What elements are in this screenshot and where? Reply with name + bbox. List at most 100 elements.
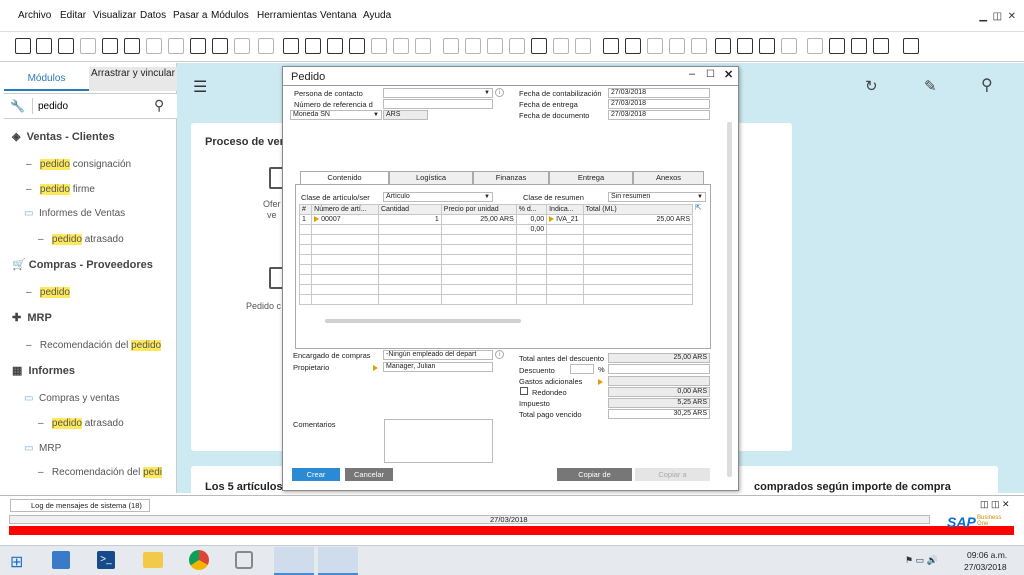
email-icon[interactable] [58, 38, 74, 54]
sidebar-item-pedido-consignacion[interactable]: – pedido consignación [26, 159, 131, 170]
first-record-icon[interactable] [283, 38, 299, 54]
col-tax-code[interactable]: Indica... [546, 204, 584, 215]
sidebar-group-purchasing[interactable]: 🛒 Compras - Proveedores [12, 258, 153, 271]
transfer-icon[interactable] [851, 38, 867, 54]
window-controls[interactable]: ▁ ◫ ✕ [979, 11, 1016, 22]
currency-dropdown[interactable]: Moneda SN ▼ [290, 110, 382, 120]
sidebar-item-pedido[interactable]: – pedido [26, 287, 70, 298]
move-icon[interactable] [190, 38, 206, 54]
table-row[interactable]: 0,00 [298, 224, 694, 235]
col-discount[interactable]: % d... [515, 204, 548, 215]
cell-discount[interactable]: 0,00 [515, 214, 548, 225]
sidebar-item-recomendacion-pedido-2[interactable]: – Recomendación del pedi [38, 467, 162, 478]
refresh-icon[interactable]: ↻ [865, 77, 878, 95]
sidebar-folder-informes-ventas[interactable]: ▭ Informes de Ventas [24, 208, 125, 219]
base-document-icon[interactable] [443, 38, 459, 54]
tab-logistica[interactable]: Logística [389, 171, 473, 184]
copy-from-button[interactable]: Copiar de [557, 468, 632, 481]
search-input[interactable] [38, 98, 148, 114]
col-item-number[interactable]: Número de artí... [311, 204, 379, 215]
tab-entrega[interactable]: Entrega [549, 171, 633, 184]
user-icon[interactable] [781, 38, 797, 54]
menu-modulos[interactable]: Módulos [211, 10, 249, 21]
close-icon[interactable]: ✕ [724, 68, 733, 81]
calculator-icon[interactable] [759, 38, 775, 54]
sidebar-folder-compras-ventas[interactable]: ▭ Compras y ventas [24, 393, 120, 404]
summary-class-dropdown[interactable]: Sin resumen ▼ [608, 192, 706, 202]
clock-date[interactable]: 27/03/2018 [964, 562, 1007, 572]
table-row[interactable]: 1 00007 1 25,00 ARS 0,00 IVA_21 25,00 AR… [298, 214, 694, 225]
fax-icon[interactable] [102, 38, 118, 54]
last-record-icon[interactable] [349, 38, 365, 54]
form-settings-icon[interactable] [15, 38, 31, 54]
owner-input[interactable]: Manager, Julian [383, 362, 493, 372]
ref-number-input[interactable] [383, 99, 493, 109]
rounding-checkbox[interactable] [520, 387, 528, 395]
tab-modules[interactable]: Módulos [4, 67, 89, 91]
hamburger-icon[interactable]: ☰ [193, 77, 207, 97]
discount-percent-input[interactable] [570, 364, 594, 374]
sort-icon[interactable] [415, 38, 431, 54]
info-icon[interactable]: i [495, 350, 504, 359]
sidebar-group-sales[interactable]: ◈ Ventas - Clientes [12, 130, 115, 143]
sidebar-item-pedido-atrasado[interactable]: – pedido atrasado [38, 234, 124, 245]
document-date-input[interactable]: 27/03/2018 [608, 110, 710, 120]
menu-ventana[interactable]: Ventana [320, 10, 357, 21]
powershell-icon[interactable]: >_ [97, 551, 115, 569]
table-row[interactable] [298, 234, 694, 245]
info-icon[interactable]: i [495, 88, 504, 97]
table-row[interactable] [298, 264, 694, 275]
journal-icon[interactable] [487, 38, 503, 54]
sms-icon[interactable] [80, 38, 96, 54]
cell-discount[interactable]: 0,00 [515, 224, 548, 235]
search-icon[interactable]: ⚲ [981, 75, 993, 95]
windows-start-icon[interactable]: ⊞ [10, 552, 23, 572]
alert-icon[interactable] [691, 38, 707, 54]
clock-time[interactable]: 09:06 a.m. [967, 550, 1007, 560]
filter-icon[interactable] [393, 38, 409, 54]
delivery-date-input[interactable]: 27/03/2018 [608, 99, 710, 109]
refresh-icon[interactable] [371, 38, 387, 54]
sidebar-folder-mrp[interactable]: ▭ MRP [24, 443, 61, 454]
sidebar-item-recomendacion-pedido[interactable]: – Recomendación del pedido [26, 340, 162, 351]
freight-link-icon[interactable] [598, 377, 605, 388]
table-row[interactable] [298, 274, 694, 285]
image-icon[interactable] [829, 38, 845, 54]
table-row[interactable] [298, 254, 694, 265]
lock-icon[interactable] [234, 38, 250, 54]
discount-amount-input[interactable] [608, 364, 710, 374]
menu-archivo[interactable]: Archivo [18, 10, 51, 21]
edit-icon[interactable]: ✎ [924, 77, 937, 95]
error-message-bar[interactable] [9, 526, 1014, 535]
report-icon[interactable] [553, 38, 569, 54]
cell-total[interactable]: 25,00 ARS [582, 214, 694, 225]
sidebar-item-pedido-firme[interactable]: – pedido firme [26, 184, 95, 195]
create-button[interactable]: Crear [292, 468, 340, 481]
tab-finanzas[interactable]: Finanzas [473, 171, 549, 184]
calendar-icon[interactable] [737, 38, 753, 54]
sap-taskbar-button-2[interactable] [318, 547, 358, 575]
contact-person-dropdown[interactable]: ▼ [383, 88, 493, 98]
posting-date-input[interactable]: 27/03/2018 [608, 88, 710, 98]
pdf-icon[interactable] [168, 38, 184, 54]
menu-pasar-a[interactable]: Pasar a [173, 10, 207, 21]
menu-datos[interactable]: Datos [140, 10, 166, 21]
menu-visualizar[interactable]: Visualizar [93, 10, 136, 21]
owner-link-icon[interactable] [373, 363, 380, 374]
edit-form-icon[interactable] [603, 38, 619, 54]
cell-item-number[interactable]: 00007 [311, 214, 379, 225]
sap-taskbar-button[interactable] [274, 547, 314, 575]
comments-textarea[interactable] [384, 419, 493, 463]
wrench-icon[interactable]: 🔧 [10, 99, 25, 113]
tray-icons[interactable]: ⚑ ▭ 🔊 [905, 555, 938, 566]
menu-herramientas[interactable]: Herramientas [257, 10, 317, 21]
col-unit-price[interactable]: Precio por unidad [440, 204, 517, 215]
export-icon[interactable] [575, 38, 591, 54]
sidebar-group-mrp[interactable]: ✚ MRP [12, 311, 52, 324]
previous-record-icon[interactable] [305, 38, 321, 54]
expand-icon[interactable]: ⇱ [695, 203, 702, 212]
table-row[interactable] [298, 244, 694, 255]
link-arrow-icon[interactable] [314, 216, 320, 223]
link-arrow-icon[interactable] [549, 216, 555, 223]
col-total[interactable]: Total (ML) [582, 204, 694, 215]
